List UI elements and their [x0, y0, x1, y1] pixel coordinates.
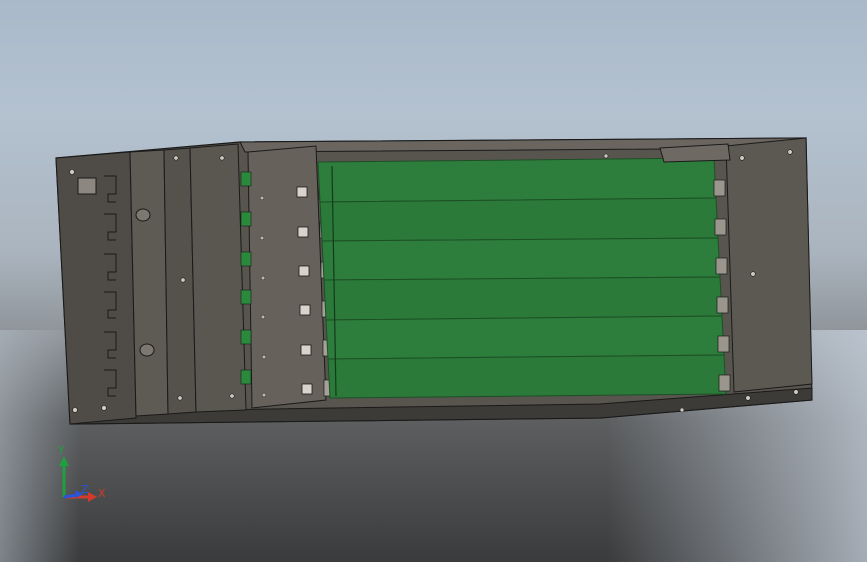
bracket-plate-1 [129, 149, 169, 417]
coordinate-triad: Y Z X [57, 444, 106, 502]
circuit-card-3 [321, 237, 721, 281]
panel-latch [77, 177, 97, 195]
circuit-card-1 [317, 157, 717, 203]
right-side-panel [725, 137, 813, 393]
card-cage-front-panel [247, 145, 327, 409]
y-axis-label: Y [57, 444, 65, 457]
bracket-plate-3 [189, 143, 247, 413]
circuit-card-5 [325, 315, 725, 360]
3d-model-viewport[interactable] [0, 0, 867, 562]
circuit-cards [317, 157, 727, 399]
bracket-hole-1 [135, 208, 151, 222]
z-axis-label: Z [81, 483, 89, 496]
circuit-card-6 [327, 354, 727, 399]
x-axis-label: X [98, 487, 106, 500]
circuit-card-2 [319, 197, 719, 242]
y-axis-arrow-icon [59, 456, 69, 466]
x-axis-arrow-icon [88, 492, 97, 502]
circuit-card-4 [323, 276, 723, 321]
bracket-hole-2 [139, 343, 155, 357]
